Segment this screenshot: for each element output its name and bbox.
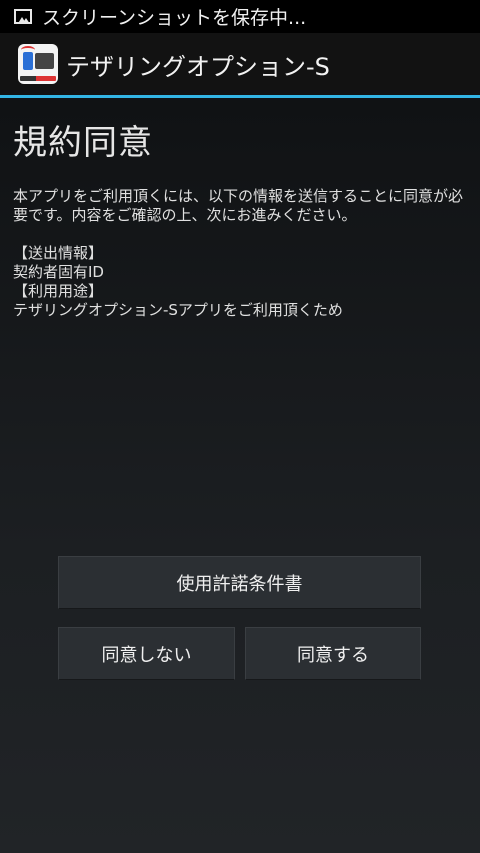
agreement-text: 本アプリをご利用頂くには、以下の情報を送信することに同意が必要です。内容をご確認… <box>13 187 469 320</box>
send-info-value: 契約者固有ID <box>13 263 104 281</box>
tethering-app-icon[interactable] <box>18 44 58 84</box>
usage-header: 【利用用途】 <box>13 282 104 300</box>
main-content: 規約同意 本アプリをご利用頂くには、以下の情報を送信することに同意が必要です。内… <box>0 98 480 853</box>
disagree-button[interactable]: 同意しない <box>58 627 235 680</box>
status-notification-text: スクリーンショットを保存中... <box>42 7 307 29</box>
intro-text: 本アプリをご利用頂くには、以下の情報を送信することに同意が必要です。内容をご確認… <box>13 187 464 224</box>
action-bar: テザリングオプション-S <box>0 33 480 95</box>
image-icon <box>14 9 32 24</box>
app-title: テザリングオプション-S <box>66 52 330 81</box>
agree-button[interactable]: 同意する <box>245 627 421 680</box>
status-bar: スクリーンショットを保存中... <box>0 0 480 33</box>
page-title: 規約同意 <box>13 123 153 163</box>
license-terms-button[interactable]: 使用許諾条件書 <box>58 556 421 609</box>
usage-value: テザリングオプション-Sアプリをご利用頂くため <box>13 301 343 319</box>
send-info-header: 【送出情報】 <box>13 244 104 262</box>
